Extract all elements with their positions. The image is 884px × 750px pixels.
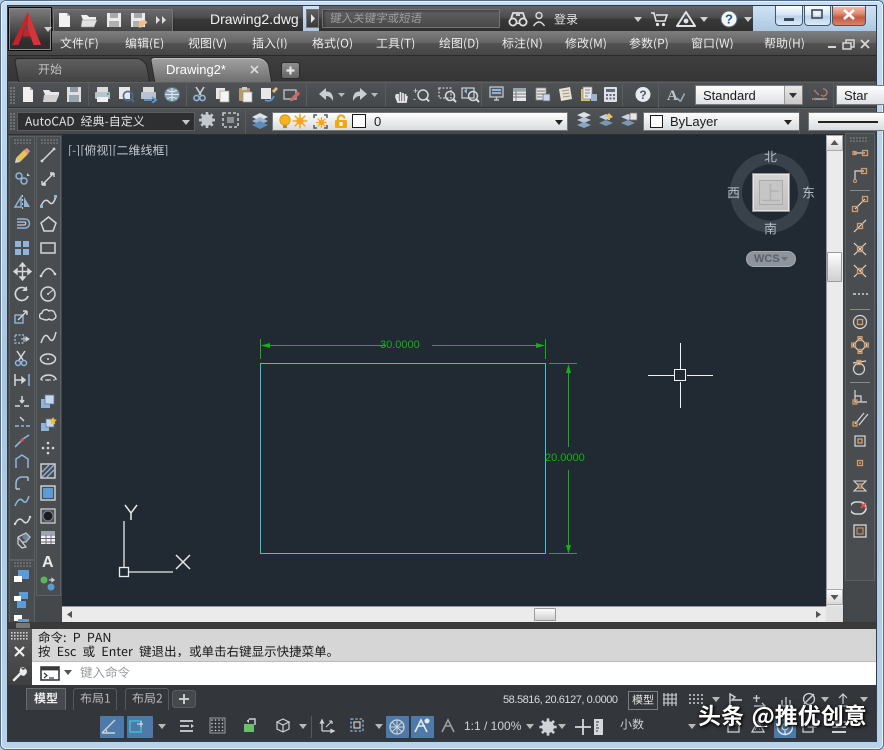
svg-text:?: ?	[639, 88, 646, 102]
svg-text:A: A	[42, 554, 54, 571]
svg-text:?: ?	[725, 12, 733, 27]
svg-text:A: A	[667, 88, 678, 103]
svg-text:-: -	[413, 94, 416, 103]
